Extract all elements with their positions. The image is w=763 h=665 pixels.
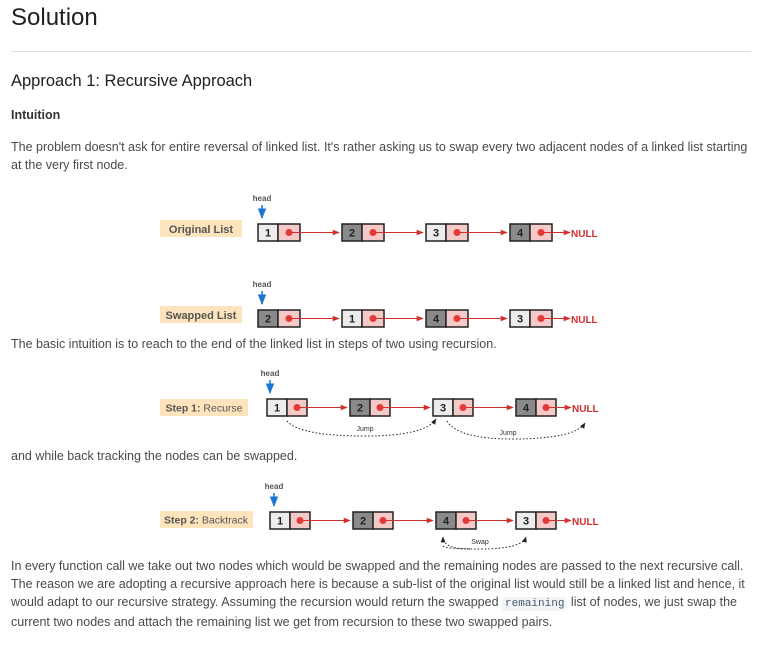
svg-text:3: 3 bbox=[433, 228, 439, 240]
svg-text:1: 1 bbox=[274, 403, 280, 415]
svg-text:2: 2 bbox=[357, 403, 363, 415]
svg-text:4: 4 bbox=[517, 228, 524, 240]
svg-text:3: 3 bbox=[517, 314, 523, 326]
svg-text:2: 2 bbox=[349, 228, 355, 240]
jump-label: Jump bbox=[356, 426, 373, 433]
head-label: head bbox=[253, 280, 272, 289]
null-label: NULL bbox=[572, 517, 599, 528]
head-label: head bbox=[253, 194, 272, 203]
recursion-paragraph: The basic intuition is to reach to the e… bbox=[11, 337, 497, 351]
svg-text:1: 1 bbox=[349, 314, 355, 326]
null-label: NULL bbox=[571, 229, 598, 240]
title-divider bbox=[11, 51, 751, 52]
diagram-label: Step 2: Backtrack bbox=[164, 515, 249, 527]
diagram-label: Step 1: Recurse bbox=[165, 403, 242, 415]
svg-text:1: 1 bbox=[277, 516, 283, 528]
step1-recurse-diagram: Step 1: Recurse head 1 2 3 4 NULL Jump J… bbox=[160, 369, 599, 440]
head-label: head bbox=[261, 369, 280, 378]
page-title: Solution bbox=[11, 4, 98, 31]
inline-code-remaining: remaining bbox=[502, 597, 568, 611]
approach-heading: Approach 1: Recursive Approach bbox=[11, 72, 253, 90]
svg-text:2: 2 bbox=[265, 314, 271, 326]
svg-text:3: 3 bbox=[440, 403, 446, 415]
swapped-list-diagram: Swapped List head 2 1 4 3 NULL bbox=[160, 280, 598, 328]
step2-backtrack-diagram: Step 2: Backtrack head 1 2 4 3 NULL Swap bbox=[160, 482, 599, 550]
head-label: head bbox=[265, 482, 284, 491]
diagram-label: Original List bbox=[169, 224, 234, 236]
svg-text:4: 4 bbox=[433, 314, 440, 326]
intuition-heading: Intuition bbox=[11, 108, 61, 122]
swap-label: Swap bbox=[471, 539, 489, 546]
intro-paragraph: The problem doesn't ask for entire rever… bbox=[11, 140, 748, 172]
original-list-diagram: Original List head 1 2 3 4 NULL bbox=[160, 194, 598, 242]
explanation-paragraph: In every function call we take out two n… bbox=[11, 559, 745, 629]
diagram-label: Swapped List bbox=[166, 310, 237, 322]
svg-text:2: 2 bbox=[360, 516, 366, 528]
svg-text:4: 4 bbox=[443, 516, 450, 528]
backtrack-paragraph: and while back tracking the nodes can be… bbox=[11, 449, 298, 463]
null-label: NULL bbox=[572, 404, 599, 415]
svg-text:4: 4 bbox=[523, 403, 530, 415]
jump-label: Jump bbox=[499, 430, 516, 437]
svg-text:1: 1 bbox=[265, 228, 271, 240]
null-label: NULL bbox=[571, 315, 598, 326]
svg-text:3: 3 bbox=[523, 516, 529, 528]
